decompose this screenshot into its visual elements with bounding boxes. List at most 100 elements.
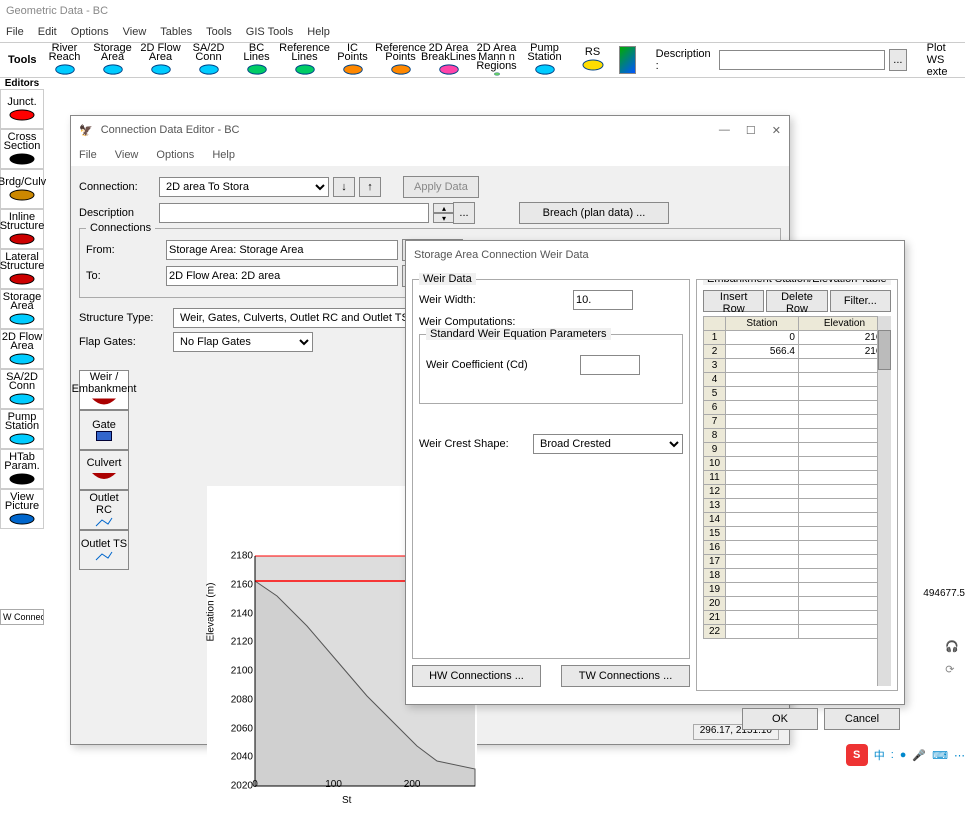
tray-more-icon[interactable]: ⋯ <box>954 749 965 762</box>
tool-river-reach[interactable]: RiverReach <box>41 43 89 77</box>
tool-rs[interactable]: RS <box>569 43 617 77</box>
desc-ellipsis-button[interactable]: ... <box>453 202 475 224</box>
table-row[interactable]: 10 <box>704 457 891 471</box>
flap-gates-select[interactable]: No Flap Gates <box>173 332 313 352</box>
tool-pump-station[interactable]: PumpStation <box>521 43 569 77</box>
map-icon[interactable] <box>619 46 636 74</box>
menu-tables[interactable]: Tables <box>160 26 192 38</box>
table-row[interactable]: 5 <box>704 387 891 401</box>
table-row[interactable]: 20 <box>704 597 891 611</box>
delete-row-button[interactable]: Delete Row <box>766 290 827 312</box>
table-row[interactable]: 13 <box>704 499 891 513</box>
close-icon[interactable]: ✕ <box>772 124 781 137</box>
editor-sa-2d-conn[interactable]: SA/2DConn <box>0 369 44 409</box>
editor-inline-structure[interactable]: InlineStructure <box>0 209 44 249</box>
editor-storage-area[interactable]: StorageArea <box>0 289 44 329</box>
desc-input[interactable] <box>719 50 885 70</box>
tool-bc-lines[interactable]: BCLines <box>233 43 281 77</box>
editor-lateral-structure[interactable]: LateralStructure <box>0 249 44 289</box>
conn-menu-options[interactable]: Options <box>156 149 194 161</box>
tool-storage-area[interactable]: StorageArea <box>89 43 137 77</box>
headset-icon[interactable]: 🎧 <box>945 640 959 653</box>
table-scrollbar[interactable] <box>877 316 891 686</box>
table-row[interactable]: 9 <box>704 443 891 457</box>
table-row[interactable]: 12 <box>704 485 891 499</box>
embankment-table[interactable]: StationElevation 1021602566.421603456789… <box>703 316 891 639</box>
table-row[interactable]: 6 <box>704 401 891 415</box>
tray-mic-icon[interactable]: 🎤 <box>912 749 926 762</box>
editor-view-picture[interactable]: ViewPicture <box>0 489 44 529</box>
tab-weir-embankment[interactable]: Weir / Embankment <box>79 370 129 410</box>
menu-help[interactable]: Help <box>307 26 330 38</box>
tab-culvert[interactable]: Culvert <box>79 450 129 490</box>
connection-select[interactable]: 2D area To Stora <box>159 177 329 197</box>
left-status[interactable]: W Connections ... <box>0 609 44 625</box>
table-row[interactable]: 11 <box>704 471 891 485</box>
refresh-icon[interactable]: ⟳ <box>945 663 959 676</box>
editor-htab-param-[interactable]: HTabParam. <box>0 449 44 489</box>
conn-menu-help[interactable]: Help <box>212 149 235 161</box>
maximize-icon[interactable]: ☐ <box>746 124 756 137</box>
tw-connections-button[interactable]: TW Connections ... <box>561 665 690 687</box>
desc-more-button[interactable]: ... <box>889 49 907 71</box>
insert-row-button[interactable]: Insert Row <box>703 290 764 312</box>
editor-pump-station[interactable]: PumpStation <box>0 409 44 449</box>
table-row[interactable]: 102160 <box>704 331 891 345</box>
hw-connections-button[interactable]: HW Connections ... <box>412 665 541 687</box>
table-row[interactable]: 15 <box>704 527 891 541</box>
minimize-icon[interactable]: — <box>719 124 730 137</box>
tool-ic-points[interactable]: ICPoints <box>329 43 377 77</box>
to-input[interactable] <box>166 266 398 286</box>
tool-2d-flow-area[interactable]: 2D FlowArea <box>137 43 185 77</box>
from-input[interactable] <box>166 240 398 260</box>
crest-shape-select[interactable]: Broad Crested <box>533 434 683 454</box>
sogou-icon[interactable]: S <box>846 744 868 766</box>
menu-gistools[interactable]: GIS Tools <box>246 26 294 38</box>
table-row[interactable]: 17 <box>704 555 891 569</box>
table-row[interactable]: 7 <box>704 415 891 429</box>
weir-width-input[interactable] <box>573 290 633 310</box>
tool-2d-area-breaklines[interactable]: 2D AreaBreakLines <box>425 43 473 77</box>
editor-junct-[interactable]: Junct. <box>0 89 44 129</box>
tray-kbd-icon[interactable]: ⌨ <box>932 749 948 762</box>
editor-brdg-culv[interactable]: Brdg/Culv <box>0 169 44 209</box>
table-row[interactable]: 2566.42160 <box>704 345 891 359</box>
table-row[interactable]: 18 <box>704 569 891 583</box>
tab-outlet-rc[interactable]: Outlet RC <box>79 490 129 530</box>
breach-button[interactable]: Breach (plan data) ... <box>519 202 669 224</box>
menu-tools[interactable]: Tools <box>206 26 232 38</box>
struct-type-select[interactable]: Weir, Gates, Culverts, Outlet RC and Out… <box>173 308 433 328</box>
table-row[interactable]: 14 <box>704 513 891 527</box>
tray-ime[interactable]: 中 <box>874 747 885 763</box>
tool-reference-points[interactable]: ReferencePoints <box>377 43 425 77</box>
conn-menu-file[interactable]: File <box>79 149 97 161</box>
down-arrow-button[interactable]: ↓ <box>333 177 355 197</box>
tab-gate[interactable]: Gate <box>79 410 129 450</box>
editor-cross-section[interactable]: CrossSection <box>0 129 44 169</box>
conn-desc-input[interactable] <box>159 203 429 223</box>
apply-data-button[interactable]: Apply Data <box>403 176 479 198</box>
conn-menu-view[interactable]: View <box>115 149 139 161</box>
filter-button[interactable]: Filter... <box>830 290 891 312</box>
menu-view[interactable]: View <box>123 26 147 38</box>
tray-face-icon[interactable]: ● <box>900 749 907 761</box>
tool-2d-area-mann-n-regions[interactable]: 2D AreaMann nRegions <box>473 43 521 77</box>
table-row[interactable]: 22 <box>704 625 891 639</box>
up-arrow-button[interactable]: ↑ <box>359 177 381 197</box>
ok-button[interactable]: OK <box>742 708 818 730</box>
tab-outlet-ts[interactable]: Outlet TS <box>79 530 129 570</box>
spin-up-icon[interactable]: ▴ <box>433 203 455 213</box>
weir-coef-input[interactable] <box>580 355 640 375</box>
menu-file[interactable]: File <box>6 26 24 38</box>
table-row[interactable]: 8 <box>704 429 891 443</box>
tool-sa-2d-conn[interactable]: SA/2DConn <box>185 43 233 77</box>
table-row[interactable]: 3 <box>704 359 891 373</box>
table-row[interactable]: 16 <box>704 541 891 555</box>
table-row[interactable]: 4 <box>704 373 891 387</box>
menu-edit[interactable]: Edit <box>38 26 57 38</box>
table-row[interactable]: 21 <box>704 611 891 625</box>
editor-2d-flow-area[interactable]: 2D FlowArea <box>0 329 44 369</box>
spin-down-icon[interactable]: ▾ <box>433 213 455 223</box>
menu-options[interactable]: Options <box>71 26 109 38</box>
table-row[interactable]: 19 <box>704 583 891 597</box>
